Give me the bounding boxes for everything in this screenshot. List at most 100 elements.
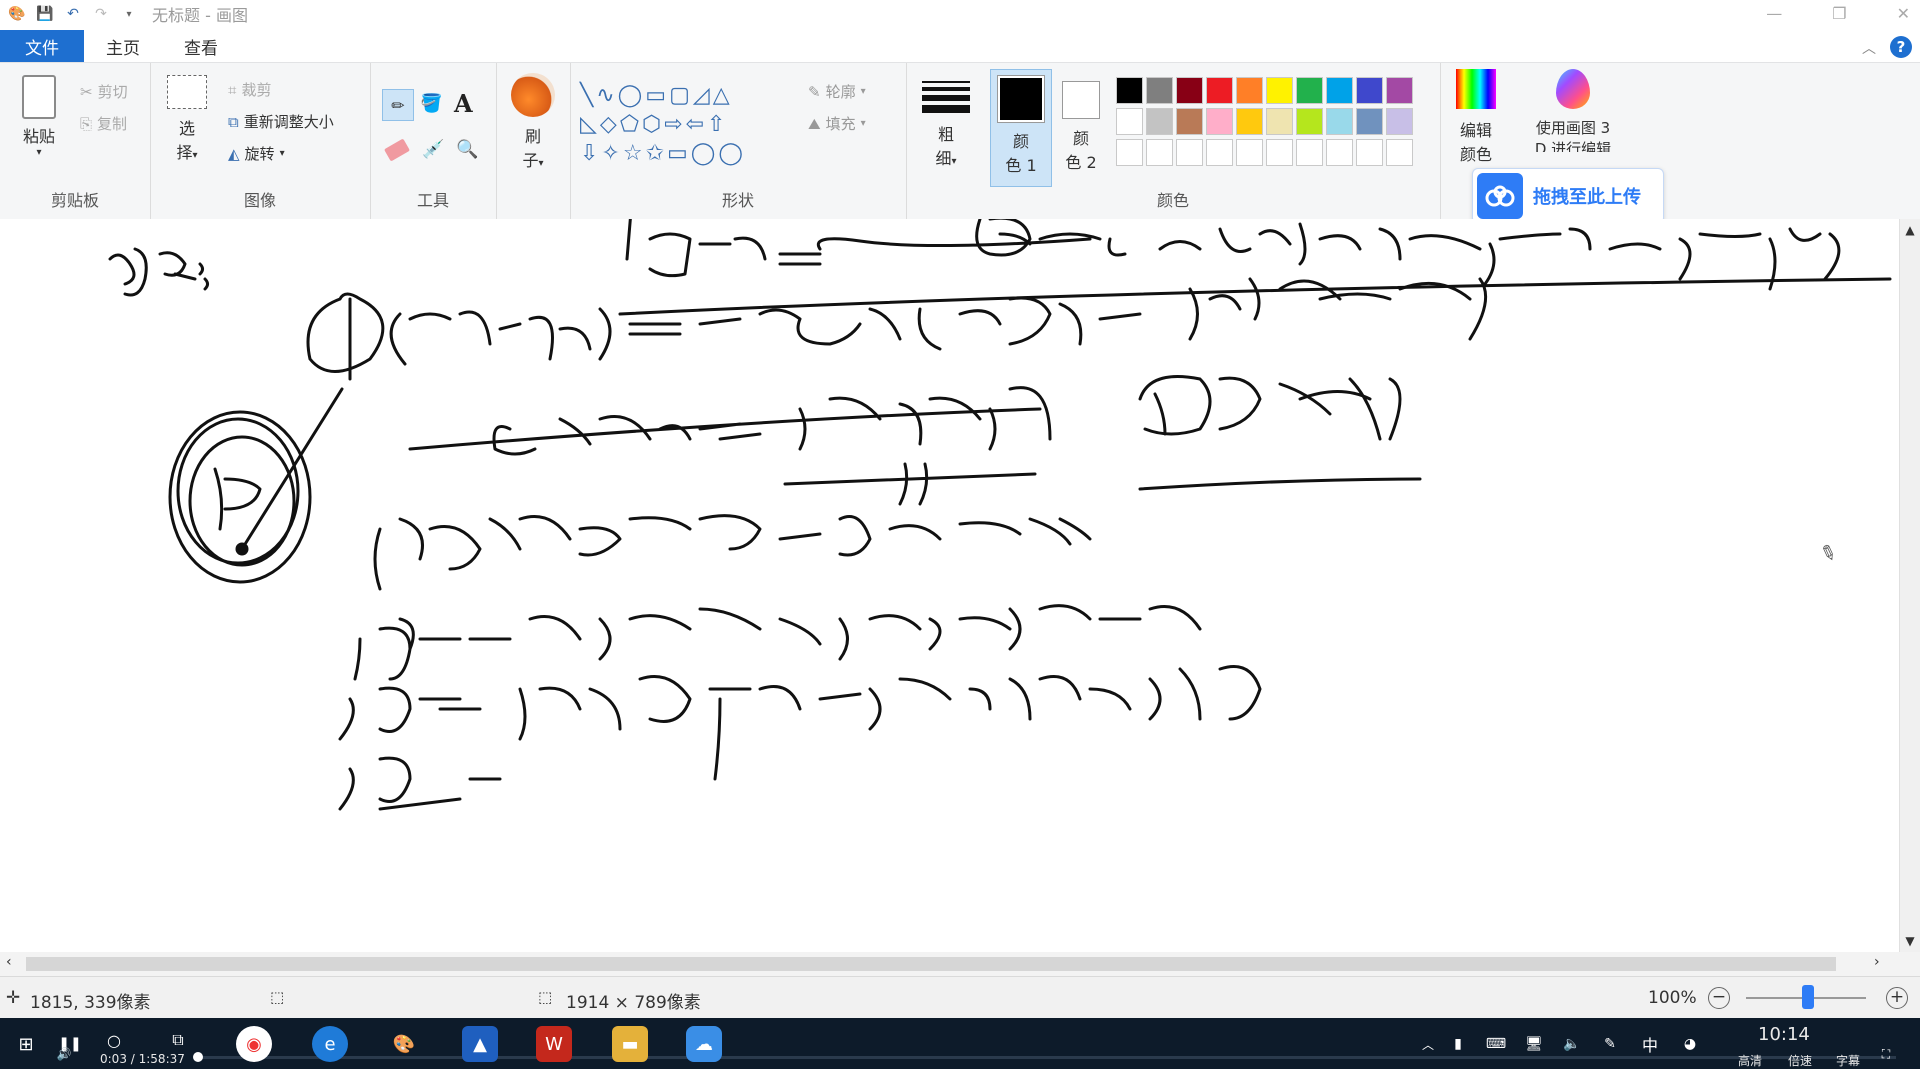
tray-icon-2[interactable]: ⌨ [1478,1026,1514,1062]
zoom-slider-thumb[interactable] [1802,985,1814,1009]
rotate-button[interactable]: ◭ 旋转 ▾ [228,143,285,164]
ime-icon[interactable]: 中 [1632,1026,1668,1062]
tab-view[interactable]: 查看 [162,30,240,62]
search-icon[interactable]: ○ [96,1022,132,1058]
wps-icon[interactable]: W [536,1026,572,1062]
edit-colors-button[interactable]: 编辑 颜色 [1450,69,1502,165]
task-view-icon[interactable]: ⧉ [160,1022,196,1058]
network-icon[interactable]: 🖥 [1516,1026,1552,1062]
color-swatch[interactable] [1206,108,1233,135]
color-swatch[interactable] [1296,108,1323,135]
color-swatch[interactable] [1266,139,1293,166]
color-swatch[interactable] [1176,77,1203,104]
magnifier-icon[interactable]: 🔍 [456,139,478,160]
subtitle-toggle[interactable]: 字幕 [1836,1052,1860,1069]
scroll-down-icon[interactable]: ▼ [1900,934,1920,948]
color-swatch[interactable] [1356,139,1383,166]
color-swatch[interactable] [1146,77,1173,104]
help-icon[interactable]: ? [1890,36,1912,58]
security-icon[interactable]: ◕ [1672,1026,1708,1062]
color-swatch[interactable] [1236,77,1263,104]
collapse-ribbon-icon[interactable]: ︿ [1862,38,1876,58]
shapes-gallery[interactable]: ╲∿◯▭▢◿△ ◺◇⬠⬡⇨⇦⇧ ⇩✧☆✩▭◯◯ [580,81,800,171]
save-icon[interactable]: 💾 [36,5,54,23]
color-swatch[interactable] [1326,139,1353,166]
color-swatch[interactable] [1266,108,1293,135]
pen-icon[interactable]: ✎ [1592,1026,1628,1062]
paint-icon[interactable]: 🎨 [386,1026,422,1062]
color-swatch[interactable] [1146,139,1173,166]
copy-button[interactable]: ⎘ 复制 [80,113,127,134]
fullscreen-icon[interactable]: ⛶ [1876,1044,1896,1064]
paint-app-icon[interactable]: 🎨 [8,5,26,23]
volume-icon[interactable]: 🔊 [54,1044,74,1064]
color-swatch[interactable] [1206,139,1233,166]
crop-button[interactable]: ⌗ 裁剪 [228,79,271,100]
color-swatch[interactable] [1116,139,1143,166]
color-swatch[interactable] [1266,77,1293,104]
redo-icon[interactable]: ↷ [92,5,110,23]
paste-button[interactable]: 粘贴 ▾ [14,75,64,158]
maximize-icon[interactable]: ❐ [1832,4,1846,23]
color-swatch[interactable] [1116,77,1143,104]
color-swatch[interactable] [1206,77,1233,104]
resize-button[interactable]: ⧉ 重新调整大小 [228,111,334,132]
cut-button[interactable]: ✂ 剪切 [80,81,128,102]
baidu-netdisk-icon[interactable]: ☁ [686,1026,722,1062]
outline-button[interactable]: ✎ 轮廓 ▾ [808,81,866,102]
folder-icon[interactable]: ▬ [612,1026,648,1062]
drawing-canvas[interactable] [0,219,1900,952]
scroll-left-icon[interactable]: ‹ [6,954,12,970]
color-swatch[interactable] [1386,77,1413,104]
pencil-tool[interactable]: ✏ [382,89,414,121]
app-icon-blue[interactable]: ▲ [462,1026,498,1062]
vertical-scrollbar[interactable]: ▲ ▼ [1899,219,1920,952]
color-swatch[interactable] [1356,77,1383,104]
color-swatch[interactable] [1236,108,1263,135]
edit-in-paint3d-button[interactable]: 使用画图 3 D 进行编辑 [1518,69,1628,152]
horizontal-scrollbar[interactable]: ‹ › [0,952,1920,976]
scroll-right-icon[interactable]: › [1874,954,1880,970]
color-swatch[interactable] [1116,108,1143,135]
tab-home[interactable]: 主页 [84,30,162,62]
color2-button[interactable]: 颜 色 2 [1054,69,1108,173]
tab-file[interactable]: 文件 [0,30,84,62]
zoom-out-icon[interactable]: − [1708,987,1730,1009]
color-swatch[interactable] [1296,139,1323,166]
color-swatch[interactable] [1236,139,1263,166]
hd-toggle[interactable]: 高清 [1738,1052,1762,1069]
color-swatch[interactable] [1176,139,1203,166]
color-picker-icon[interactable]: 💉 [422,139,444,160]
scroll-up-icon[interactable]: ▲ [1900,223,1920,237]
select-button[interactable]: 选 择▾ [164,75,210,163]
minimize-icon[interactable]: — [1766,4,1782,23]
tray-icon-1[interactable]: ▮ [1440,1026,1476,1062]
color-swatch[interactable] [1386,108,1413,135]
zoom-in-icon[interactable]: + [1886,987,1908,1009]
horizontal-scroll-thumb[interactable] [26,957,1836,971]
color-swatch[interactable] [1326,108,1353,135]
color-swatch[interactable] [1386,139,1413,166]
fill-button[interactable]: ⛰ 填充 ▾ [808,113,866,134]
brushes-button[interactable]: 刷 子▾ [506,73,560,171]
speaker-icon[interactable]: 🔈 [1554,1026,1590,1062]
start-icon[interactable]: ⊞ [8,1026,44,1062]
text-tool-icon[interactable]: A [454,89,473,118]
eraser-icon[interactable] [383,138,411,162]
chrome-icon[interactable]: ◉ [236,1026,272,1062]
color-swatch[interactable] [1326,77,1353,104]
color-swatch[interactable] [1356,108,1383,135]
customize-toolbar-icon[interactable]: ▾ [120,5,138,23]
canvas-area[interactable]: ✎ [0,219,1900,952]
edge-icon[interactable]: e [312,1026,348,1062]
color-swatch[interactable] [1146,108,1173,135]
speed-toggle[interactable]: 倍速 [1788,1052,1812,1069]
color-swatch[interactable] [1296,77,1323,104]
color1-button[interactable]: 颜 色 1 [990,69,1052,187]
undo-icon[interactable]: ↶ [64,5,82,23]
size-button[interactable]: 粗 细▾ [918,77,974,169]
color-swatch[interactable] [1176,108,1203,135]
upload-overlay[interactable]: 拖拽至此上传 [1472,168,1664,224]
fill-bucket-icon[interactable]: 🪣 [420,93,442,114]
close-icon[interactable]: ✕ [1897,4,1910,23]
